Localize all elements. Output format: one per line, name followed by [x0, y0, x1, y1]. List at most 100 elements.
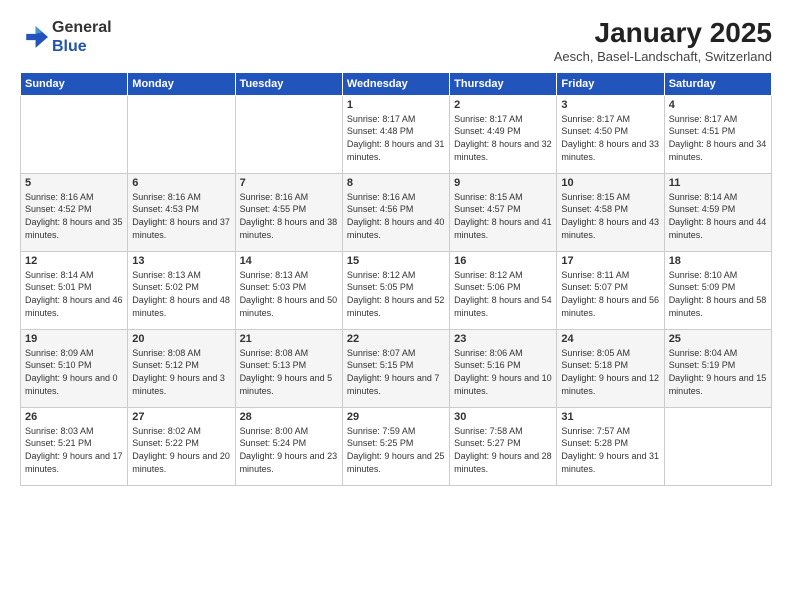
- day-number: 28: [240, 411, 338, 423]
- title-block: January 2025 Aesch, Basel-Landschaft, Sw…: [554, 18, 772, 64]
- month-title: January 2025: [554, 18, 772, 49]
- calendar-week-4: 19 Sunrise: 8:09 AM Sunset: 5:10 PM Dayli…: [21, 329, 772, 407]
- day-number: 22: [347, 333, 445, 345]
- day-info: Sunrise: 8:17 AM Sunset: 4:49 PM Dayligh…: [454, 113, 552, 163]
- calendar-day: 12Sunrise: 8:14 AM Sunset: 5:01 PM Dayli…: [21, 251, 128, 329]
- calendar-day: 27 Sunrise: 8:02 AM Sunset: 5:22 PM Dayli…: [128, 407, 235, 485]
- calendar-day: 19 Sunrise: 8:09 AM Sunset: 5:10 PM Dayli…: [21, 329, 128, 407]
- calendar-day: 29 Sunrise: 7:59 AM Sunset: 5:25 PM Dayli…: [342, 407, 449, 485]
- calendar-day: 23 Sunrise: 8:06 AM Sunset: 5:16 PM Dayli…: [450, 329, 557, 407]
- day-info: Sunrise: 8:14 AM Sunset: 4:59 PM Dayligh…: [669, 191, 767, 241]
- calendar-day: 21Sunrise: 8:08 AM Sunset: 5:13 PM Dayli…: [235, 329, 342, 407]
- header-saturday: Saturday: [664, 72, 771, 95]
- day-info: Sunrise: 8:09 AM Sunset: 5:10 PM Dayligh…: [25, 347, 123, 397]
- calendar-day: [128, 95, 235, 173]
- day-number: 17: [561, 255, 659, 267]
- calendar-day: 22 Sunrise: 8:07 AM Sunset: 5:15 PM Dayli…: [342, 329, 449, 407]
- day-number: 5: [25, 177, 123, 189]
- day-info: Sunrise: 7:59 AM Sunset: 5:25 PM Dayligh…: [347, 425, 445, 475]
- calendar-day: 17 Sunrise: 8:11 AM Sunset: 5:07 PM Dayli…: [557, 251, 664, 329]
- logo-blue: Blue: [52, 38, 87, 55]
- day-info: Sunrise: 8:16 AM Sunset: 4:56 PM Dayligh…: [347, 191, 445, 241]
- day-number: 14: [240, 255, 338, 267]
- day-info: Sunrise: 8:16 AM Sunset: 4:55 PM Dayligh…: [240, 191, 338, 241]
- calendar-day: 24 Sunrise: 8:05 AM Sunset: 5:18 PM Dayli…: [557, 329, 664, 407]
- day-number: 19: [25, 333, 123, 345]
- calendar-day: 4 Sunrise: 8:17 AM Sunset: 4:51 PM Daylig…: [664, 95, 771, 173]
- day-number: 3: [561, 99, 659, 111]
- day-info: Sunrise: 8:13 AM Sunset: 5:03 PM Dayligh…: [240, 269, 338, 319]
- day-info: Sunrise: 8:16 AM Sunset: 4:52 PM Dayligh…: [25, 191, 123, 241]
- day-number: 2: [454, 99, 552, 111]
- day-number: 4: [669, 99, 767, 111]
- day-number: 25: [669, 333, 767, 345]
- day-number: 9: [454, 177, 552, 189]
- header-tuesday: Tuesday: [235, 72, 342, 95]
- day-info: Sunrise: 8:16 AM Sunset: 4:53 PM Dayligh…: [132, 191, 230, 241]
- header-sunday: Sunday: [21, 72, 128, 95]
- day-number: 8: [347, 177, 445, 189]
- day-number: 23: [454, 333, 552, 345]
- calendar-day: 20Sunrise: 8:08 AM Sunset: 5:12 PM Dayli…: [128, 329, 235, 407]
- header-monday: Monday: [128, 72, 235, 95]
- day-info: Sunrise: 8:02 AM Sunset: 5:22 PM Dayligh…: [132, 425, 230, 475]
- calendar-week-2: 5 Sunrise: 8:16 AM Sunset: 4:52 PM Daylig…: [21, 173, 772, 251]
- day-number: 7: [240, 177, 338, 189]
- logo-icon: [20, 23, 48, 51]
- day-info: Sunrise: 8:11 AM Sunset: 5:07 PM Dayligh…: [561, 269, 659, 319]
- calendar-day: 11 Sunrise: 8:14 AM Sunset: 4:59 PM Dayli…: [664, 173, 771, 251]
- day-info: Sunrise: 8:07 AM Sunset: 5:15 PM Dayligh…: [347, 347, 445, 397]
- logo-general: General: [52, 19, 112, 36]
- day-info: Sunrise: 8:00 AM Sunset: 5:24 PM Dayligh…: [240, 425, 338, 475]
- day-info: Sunrise: 8:03 AM Sunset: 5:21 PM Dayligh…: [25, 425, 123, 475]
- day-info: Sunrise: 8:08 AM Sunset: 5:13 PM Dayligh…: [240, 347, 338, 397]
- day-info: Sunrise: 8:15 AM Sunset: 4:57 PM Dayligh…: [454, 191, 552, 241]
- day-number: 18: [669, 255, 767, 267]
- day-number: 10: [561, 177, 659, 189]
- day-number: 6: [132, 177, 230, 189]
- calendar-day: 10Sunrise: 8:15 AM Sunset: 4:58 PM Dayli…: [557, 173, 664, 251]
- header-thursday: Thursday: [450, 72, 557, 95]
- calendar-week-3: 12Sunrise: 8:14 AM Sunset: 5:01 PM Dayli…: [21, 251, 772, 329]
- calendar-week-1: 1Sunrise: 8:17 AM Sunset: 4:48 PM Daylig…: [21, 95, 772, 173]
- calendar-day: 26Sunrise: 8:03 AM Sunset: 5:21 PM Dayli…: [21, 407, 128, 485]
- day-info: Sunrise: 8:17 AM Sunset: 4:48 PM Dayligh…: [347, 113, 445, 163]
- day-number: 31: [561, 411, 659, 423]
- logo: General Blue: [20, 18, 112, 56]
- day-info: Sunrise: 8:10 AM Sunset: 5:09 PM Dayligh…: [669, 269, 767, 319]
- calendar-day: 30Sunrise: 7:58 AM Sunset: 5:27 PM Dayli…: [450, 407, 557, 485]
- header: General Blue January 2025 Aesch, Basel-L…: [20, 18, 772, 64]
- header-friday: Friday: [557, 72, 664, 95]
- day-info: Sunrise: 8:17 AM Sunset: 4:51 PM Dayligh…: [669, 113, 767, 163]
- calendar-day: 3 Sunrise: 8:17 AM Sunset: 4:50 PM Daylig…: [557, 95, 664, 173]
- calendar-day: 9 Sunrise: 8:15 AM Sunset: 4:57 PM Daylig…: [450, 173, 557, 251]
- day-info: Sunrise: 8:14 AM Sunset: 5:01 PM Dayligh…: [25, 269, 123, 319]
- calendar-day: 28 Sunrise: 8:00 AM Sunset: 5:24 PM Dayli…: [235, 407, 342, 485]
- day-number: 29: [347, 411, 445, 423]
- day-number: 13: [132, 255, 230, 267]
- logo-text: General Blue: [52, 18, 112, 56]
- calendar-day: 13 Sunrise: 8:13 AM Sunset: 5:02 PM Dayli…: [128, 251, 235, 329]
- calendar-day: 18 Sunrise: 8:10 AM Sunset: 5:09 PM Dayli…: [664, 251, 771, 329]
- calendar-day: 2 Sunrise: 8:17 AM Sunset: 4:49 PM Daylig…: [450, 95, 557, 173]
- calendar: Sunday Monday Tuesday Wednesday Thursday…: [20, 72, 772, 486]
- day-number: 11: [669, 177, 767, 189]
- day-info: Sunrise: 7:58 AM Sunset: 5:27 PM Dayligh…: [454, 425, 552, 475]
- calendar-day: 5 Sunrise: 8:16 AM Sunset: 4:52 PM Daylig…: [21, 173, 128, 251]
- day-info: Sunrise: 8:13 AM Sunset: 5:02 PM Dayligh…: [132, 269, 230, 319]
- calendar-day: [664, 407, 771, 485]
- calendar-day: 14 Sunrise: 8:13 AM Sunset: 5:03 PM Dayli…: [235, 251, 342, 329]
- day-number: 27: [132, 411, 230, 423]
- day-info: Sunrise: 8:12 AM Sunset: 5:05 PM Dayligh…: [347, 269, 445, 319]
- calendar-day: [21, 95, 128, 173]
- day-number: 24: [561, 333, 659, 345]
- day-info: Sunrise: 8:05 AM Sunset: 5:18 PM Dayligh…: [561, 347, 659, 397]
- day-info: Sunrise: 8:17 AM Sunset: 4:50 PM Dayligh…: [561, 113, 659, 163]
- calendar-day: 8 Sunrise: 8:16 AM Sunset: 4:56 PM Daylig…: [342, 173, 449, 251]
- day-number: 15: [347, 255, 445, 267]
- calendar-day: 15 Sunrise: 8:12 AM Sunset: 5:05 PM Dayli…: [342, 251, 449, 329]
- calendar-day: 31Sunrise: 7:57 AM Sunset: 5:28 PM Dayli…: [557, 407, 664, 485]
- page: General Blue January 2025 Aesch, Basel-L…: [0, 0, 792, 612]
- calendar-day: 7 Sunrise: 8:16 AM Sunset: 4:55 PM Daylig…: [235, 173, 342, 251]
- day-info: Sunrise: 8:06 AM Sunset: 5:16 PM Dayligh…: [454, 347, 552, 397]
